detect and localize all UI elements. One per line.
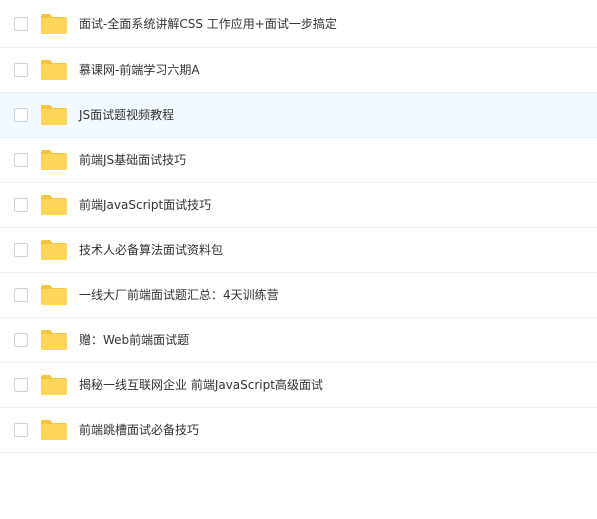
file-name[interactable]: 赠：Web前端面试题: [79, 332, 189, 348]
row-checkbox[interactable]: [14, 288, 28, 302]
file-row[interactable]: 前端JS基础面试技巧: [0, 138, 597, 183]
folder-icon[interactable]: [40, 374, 68, 396]
folder-icon[interactable]: [40, 104, 68, 126]
folder-icon[interactable]: [40, 194, 68, 216]
file-list: 面试-全面系统讲解CSS 工作应用+面试一步搞定 慕课网-前端学习六期A JS面…: [0, 0, 597, 453]
file-name[interactable]: 一线大厂前端面试题汇总：4天训练营: [79, 287, 279, 303]
folder-icon[interactable]: [40, 13, 68, 35]
folder-icon[interactable]: [40, 149, 68, 171]
row-checkbox[interactable]: [14, 243, 28, 257]
row-checkbox[interactable]: [14, 153, 28, 167]
row-checkbox[interactable]: [14, 63, 28, 77]
row-checkbox[interactable]: [14, 333, 28, 347]
file-name[interactable]: 揭秘一线互联网企业 前端JavaScript高级面试: [79, 377, 323, 393]
file-row[interactable]: 赠：Web前端面试题: [0, 318, 597, 363]
file-name[interactable]: JS面试题视频教程: [79, 107, 174, 123]
file-name[interactable]: 慕课网-前端学习六期A: [79, 62, 200, 78]
file-row[interactable]: 前端跳槽面试必备技巧: [0, 408, 597, 453]
file-name[interactable]: 前端JavaScript面试技巧: [79, 197, 211, 213]
file-row[interactable]: 慕课网-前端学习六期A: [0, 48, 597, 93]
folder-icon[interactable]: [40, 284, 68, 306]
file-name[interactable]: 前端跳槽面试必备技巧: [79, 422, 199, 438]
file-name[interactable]: 技术人必备算法面试资料包: [79, 242, 223, 258]
folder-icon[interactable]: [40, 59, 68, 81]
folder-icon[interactable]: [40, 419, 68, 441]
row-checkbox[interactable]: [14, 423, 28, 437]
row-checkbox[interactable]: [14, 16, 28, 31]
row-checkbox[interactable]: [14, 378, 28, 392]
file-row[interactable]: 揭秘一线互联网企业 前端JavaScript高级面试: [0, 363, 597, 408]
row-checkbox[interactable]: [14, 108, 28, 122]
row-checkbox[interactable]: [14, 198, 28, 212]
folder-icon[interactable]: [40, 239, 68, 261]
file-name[interactable]: 面试-全面系统讲解CSS 工作应用+面试一步搞定: [79, 16, 337, 32]
file-row[interactable]: 一线大厂前端面试题汇总：4天训练营: [0, 273, 597, 318]
folder-icon[interactable]: [40, 329, 68, 351]
file-name[interactable]: 前端JS基础面试技巧: [79, 152, 186, 168]
file-row[interactable]: 技术人必备算法面试资料包: [0, 228, 597, 273]
file-row[interactable]: 前端JavaScript面试技巧: [0, 183, 597, 228]
file-row[interactable]: JS面试题视频教程: [0, 93, 597, 138]
file-row[interactable]: 面试-全面系统讲解CSS 工作应用+面试一步搞定: [0, 0, 597, 48]
